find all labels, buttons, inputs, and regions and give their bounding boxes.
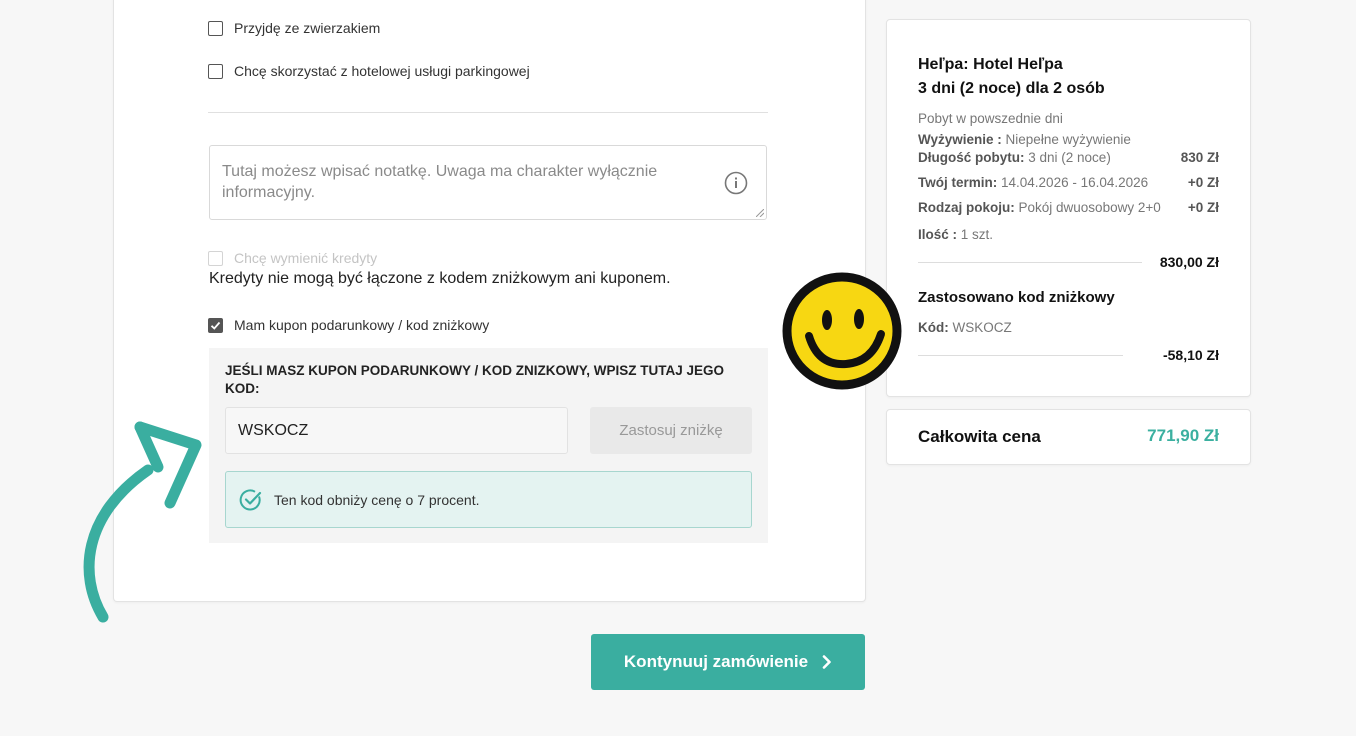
pet-option-label: Przyjdę ze zwierzakiem [234,20,381,36]
summary-row-length: Długość pobytu: 3 dni (2 noce) [918,150,1111,165]
apply-discount-button[interactable]: Zastosuj zniżkę [590,407,752,454]
credits-option: Chcę wymienić kredyty [208,250,377,266]
summary-price-length: 830 Zł [1180,150,1219,165]
stay-length-title: 3 dni (2 noce) dla 2 osób [918,80,1105,97]
discount-title: Zastosowano kod zniżkowy [918,289,1115,306]
success-text: Ten kod obniży cenę o 7 procent. [274,492,480,508]
pet-checkbox[interactable] [208,20,223,36]
chevron-right-icon [822,655,831,669]
coupon-success-message: Ten kod obniży cenę o 7 procent. [225,471,752,528]
continue-order-button[interactable]: Kontynuuj zamówienie [591,634,865,690]
discount-rule [918,355,1123,356]
total-price-card: Całkowita cena 771,90 Zł [886,409,1251,465]
coupon-panel: JEŚLI MASZ KUPON PODARUNKOWY / KOD ZNIZK… [209,348,768,543]
summary-row-meals: Wyżywienie : Niepełne wyżywienie [918,132,1131,147]
credits-note: Kredyty nie mogą być łączone z kodem zni… [209,270,671,287]
checkmark-icon [210,321,221,330]
coupon-option-label: Mam kupon podarunkowy / kod zniżkowy [234,317,490,333]
parking-option[interactable]: Chcę skorzystać z hotelowej usługi parki… [208,63,530,79]
coupon-code-input[interactable]: WSKOCZ [225,407,568,454]
pet-option[interactable]: Przyjdę ze zwierzakiem [208,20,380,36]
discount-code: Kód: WSKOCZ [918,320,1012,335]
stay-type: Pobyt w powszednie dni [918,111,1063,126]
summary-row-room: Rodzaj pokoju: Pokój dwuosobowy 2+0 [918,200,1161,215]
coupon-checkbox[interactable] [208,317,223,333]
check-circle-icon [239,489,262,511]
parking-option-label: Chcę skorzystać z hotelowej usługi parki… [234,63,530,79]
order-summary-card: Heľpa: Hotel Heľpa 3 dni (2 noce) dla 2 … [886,19,1251,397]
note-textarea[interactable]: Tutaj możesz wpisać notatkę. Uwaga ma ch… [209,145,767,220]
coupon-option[interactable]: Mam kupon podarunkowy / kod zniżkowy [208,317,489,333]
summary-price-dates: +0 Zł [1187,175,1219,190]
credits-checkbox [208,250,223,266]
parking-checkbox[interactable] [208,63,223,79]
coupon-heading: JEŚLI MASZ KUPON PODARUNKOWY / KOD ZNIZK… [225,363,725,396]
summary-row-quantity: Ilość : 1 szt. [918,227,994,242]
summary-row-dates: Twój termin: 14.04.2026 - 16.04.2026 [918,175,1149,190]
resize-grip-icon[interactable] [756,209,764,217]
subtotal: 830,00 Zł [1159,254,1219,270]
total-label: Całkowita cena [918,427,1041,446]
credits-option-label: Chcę wymienić kredyty [234,250,378,266]
hotel-name: Heľpa: Hotel Heľpa [918,56,1063,73]
info-icon[interactable] [724,171,748,195]
continue-label: Kontynuuj zamówienie [623,652,809,671]
note-placeholder: Tutaj możesz wpisać notatkę. Uwaga ma ch… [222,163,658,201]
discount-amount: -58,10 Zł [1162,347,1219,363]
arrow-annotation-icon [83,421,202,623]
total-value: 771,90 Zł [1147,426,1219,445]
summary-price-room: +0 Zł [1187,200,1219,215]
subtotal-rule [918,262,1142,263]
smiley-icon [782,272,902,390]
form-divider [208,112,768,113]
